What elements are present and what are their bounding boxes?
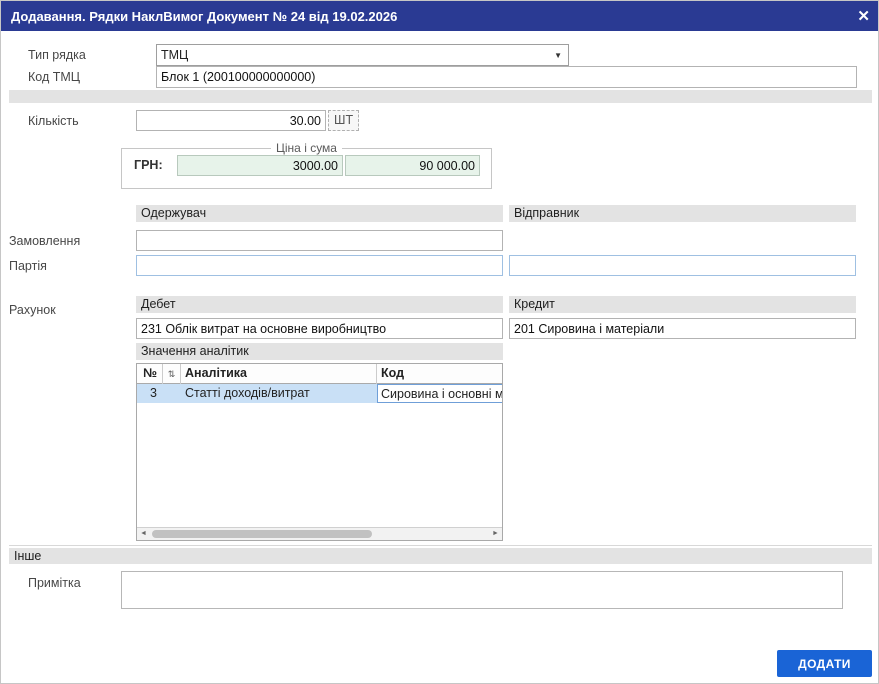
batch-receiver-input[interactable] [136, 255, 503, 276]
tmc-code-input[interactable] [156, 66, 857, 88]
debit-account-input[interactable] [136, 318, 503, 339]
dialog-title: Додавання. Рядки НаклВимог Документ № 24… [11, 8, 398, 24]
credit-section-header: Кредит [509, 296, 856, 313]
horizontal-scrollbar[interactable]: ◄ ► [137, 527, 502, 540]
sort-icon[interactable]: ⇅ [163, 364, 181, 384]
amount-input[interactable] [345, 155, 480, 176]
close-icon[interactable]: ✕ [857, 9, 870, 24]
scroll-right-icon[interactable]: ► [489, 528, 502, 540]
other-section-header: Інше [9, 548, 872, 564]
quantity-label: Кількість [28, 114, 79, 128]
note-textarea[interactable] [121, 571, 843, 609]
analytics-section-header: Значення аналітик [136, 343, 503, 360]
row-type-combobox[interactable]: ТМЦ ▼ [156, 44, 569, 66]
column-header-code[interactable]: Код [377, 364, 502, 384]
analytics-table-header: № ⇅ Аналітика Код [137, 364, 502, 384]
table-row[interactable]: 3 Статті доходів/витрат Сировина і основ… [137, 384, 502, 403]
add-button[interactable]: ДОДАТИ [777, 650, 872, 677]
order-input[interactable] [136, 230, 503, 251]
scrollbar-thumb[interactable] [152, 530, 372, 538]
debit-section-header: Дебет [136, 296, 503, 313]
quantity-input[interactable] [136, 110, 326, 131]
analytics-table: № ⇅ Аналітика Код 3 Статті доходів/витра… [136, 363, 503, 541]
note-label: Примітка [28, 576, 81, 590]
batch-sender-input[interactable] [509, 255, 856, 276]
tmc-code-label: Код ТМЦ [28, 70, 81, 84]
price-input[interactable] [177, 155, 343, 176]
row-type-value: ТМЦ [161, 48, 189, 62]
row-analytics-cell: Статті доходів/витрат [185, 386, 310, 400]
sender-section-header: Відправник [509, 205, 856, 222]
credit-account-input[interactable] [509, 318, 856, 339]
price-sum-legend: Ціна і сума [276, 141, 337, 155]
row-type-label: Тип рядка [28, 48, 86, 62]
row-code-cell[interactable]: Сировина і основні м [377, 384, 502, 403]
add-row-dialog: Додавання. Рядки НаклВимог Документ № 24… [0, 0, 879, 684]
dialog-titlebar: Додавання. Рядки НаклВимог Документ № 24… [1, 1, 878, 31]
receiver-section-header: Одержувач [136, 205, 503, 222]
account-label: Рахунок [9, 303, 56, 317]
scroll-left-icon[interactable]: ◄ [137, 528, 150, 540]
section-divider [9, 545, 872, 546]
chevron-down-icon: ▼ [554, 50, 562, 60]
row-num-cell: 3 [150, 386, 157, 400]
order-label: Замовлення [9, 234, 81, 248]
section-bar-empty [9, 90, 872, 103]
price-sum-group: Ціна і сума ГРН: [121, 141, 492, 189]
column-header-num[interactable]: № [137, 364, 163, 384]
quantity-unit-field: ШТ [328, 110, 360, 131]
column-header-analytics[interactable]: Аналітика [181, 364, 377, 384]
batch-label: Партія [9, 259, 47, 273]
currency-label: ГРН: [134, 158, 163, 172]
